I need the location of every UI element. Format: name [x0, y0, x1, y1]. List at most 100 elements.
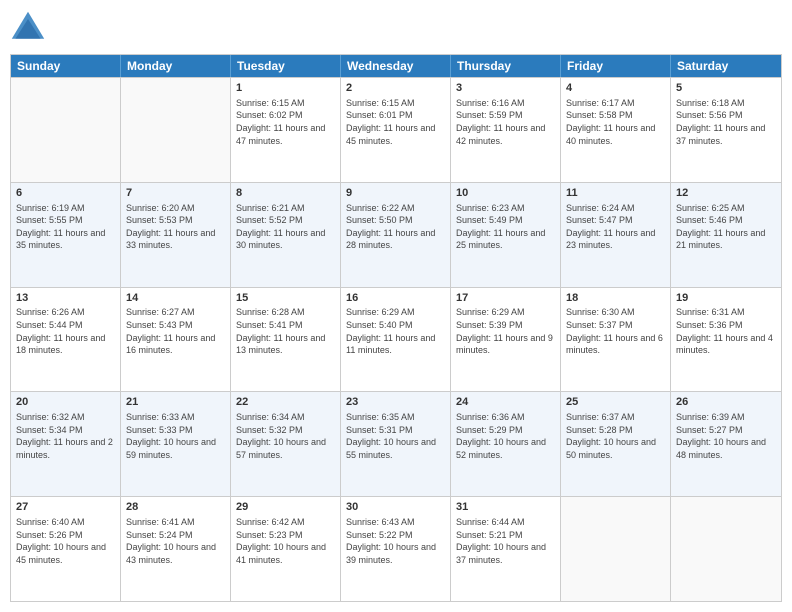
cell-info: Sunrise: 6:39 AM Sunset: 5:27 PM Dayligh… — [676, 411, 776, 461]
cell-info: Sunrise: 6:20 AM Sunset: 5:53 PM Dayligh… — [126, 202, 225, 252]
weekday-header: Wednesday — [341, 55, 451, 77]
calendar-cell: 15Sunrise: 6:28 AM Sunset: 5:41 PM Dayli… — [231, 288, 341, 392]
cell-info: Sunrise: 6:18 AM Sunset: 5:56 PM Dayligh… — [676, 97, 776, 147]
cell-info: Sunrise: 6:24 AM Sunset: 5:47 PM Dayligh… — [566, 202, 665, 252]
calendar-cell: 11Sunrise: 6:24 AM Sunset: 5:47 PM Dayli… — [561, 183, 671, 287]
calendar-cell: 4Sunrise: 6:17 AM Sunset: 5:58 PM Daylig… — [561, 78, 671, 182]
weekday-header: Friday — [561, 55, 671, 77]
calendar-cell: 24Sunrise: 6:36 AM Sunset: 5:29 PM Dayli… — [451, 392, 561, 496]
calendar-cell: 21Sunrise: 6:33 AM Sunset: 5:33 PM Dayli… — [121, 392, 231, 496]
cell-info: Sunrise: 6:27 AM Sunset: 5:43 PM Dayligh… — [126, 306, 225, 356]
day-number: 4 — [566, 81, 665, 96]
day-number: 1 — [236, 81, 335, 96]
calendar-cell — [671, 497, 781, 601]
calendar-cell: 18Sunrise: 6:30 AM Sunset: 5:37 PM Dayli… — [561, 288, 671, 392]
calendar-cell — [561, 497, 671, 601]
cell-info: Sunrise: 6:22 AM Sunset: 5:50 PM Dayligh… — [346, 202, 445, 252]
day-number: 25 — [566, 395, 665, 410]
cell-info: Sunrise: 6:37 AM Sunset: 5:28 PM Dayligh… — [566, 411, 665, 461]
day-number: 27 — [16, 500, 115, 515]
calendar-cell: 16Sunrise: 6:29 AM Sunset: 5:40 PM Dayli… — [341, 288, 451, 392]
cell-info: Sunrise: 6:29 AM Sunset: 5:39 PM Dayligh… — [456, 306, 555, 356]
page: SundayMondayTuesdayWednesdayThursdayFrid… — [0, 0, 792, 612]
day-number: 12 — [676, 186, 776, 201]
calendar-cell: 20Sunrise: 6:32 AM Sunset: 5:34 PM Dayli… — [11, 392, 121, 496]
calendar-cell: 13Sunrise: 6:26 AM Sunset: 5:44 PM Dayli… — [11, 288, 121, 392]
weekday-header: Thursday — [451, 55, 561, 77]
cell-info: Sunrise: 6:19 AM Sunset: 5:55 PM Dayligh… — [16, 202, 115, 252]
day-number: 14 — [126, 291, 225, 306]
weekday-header: Sunday — [11, 55, 121, 77]
calendar-cell: 19Sunrise: 6:31 AM Sunset: 5:36 PM Dayli… — [671, 288, 781, 392]
calendar-cell: 10Sunrise: 6:23 AM Sunset: 5:49 PM Dayli… — [451, 183, 561, 287]
calendar-cell: 7Sunrise: 6:20 AM Sunset: 5:53 PM Daylig… — [121, 183, 231, 287]
logo-icon — [10, 10, 46, 46]
calendar-cell: 29Sunrise: 6:42 AM Sunset: 5:23 PM Dayli… — [231, 497, 341, 601]
cell-info: Sunrise: 6:25 AM Sunset: 5:46 PM Dayligh… — [676, 202, 776, 252]
day-number: 9 — [346, 186, 445, 201]
cell-info: Sunrise: 6:28 AM Sunset: 5:41 PM Dayligh… — [236, 306, 335, 356]
weekday-header: Monday — [121, 55, 231, 77]
calendar-row: 27Sunrise: 6:40 AM Sunset: 5:26 PM Dayli… — [11, 496, 781, 601]
day-number: 13 — [16, 291, 115, 306]
day-number: 19 — [676, 291, 776, 306]
day-number: 8 — [236, 186, 335, 201]
day-number: 18 — [566, 291, 665, 306]
cell-info: Sunrise: 6:32 AM Sunset: 5:34 PM Dayligh… — [16, 411, 115, 461]
cell-info: Sunrise: 6:15 AM Sunset: 6:01 PM Dayligh… — [346, 97, 445, 147]
header — [10, 10, 782, 46]
cell-info: Sunrise: 6:44 AM Sunset: 5:21 PM Dayligh… — [456, 516, 555, 566]
cell-info: Sunrise: 6:15 AM Sunset: 6:02 PM Dayligh… — [236, 97, 335, 147]
cell-info: Sunrise: 6:41 AM Sunset: 5:24 PM Dayligh… — [126, 516, 225, 566]
day-number: 11 — [566, 186, 665, 201]
calendar-cell — [121, 78, 231, 182]
day-number: 15 — [236, 291, 335, 306]
calendar-cell: 30Sunrise: 6:43 AM Sunset: 5:22 PM Dayli… — [341, 497, 451, 601]
day-number: 5 — [676, 81, 776, 96]
day-number: 28 — [126, 500, 225, 515]
day-number: 24 — [456, 395, 555, 410]
cell-info: Sunrise: 6:26 AM Sunset: 5:44 PM Dayligh… — [16, 306, 115, 356]
cell-info: Sunrise: 6:21 AM Sunset: 5:52 PM Dayligh… — [236, 202, 335, 252]
cell-info: Sunrise: 6:36 AM Sunset: 5:29 PM Dayligh… — [456, 411, 555, 461]
calendar-cell: 1Sunrise: 6:15 AM Sunset: 6:02 PM Daylig… — [231, 78, 341, 182]
cell-info: Sunrise: 6:16 AM Sunset: 5:59 PM Dayligh… — [456, 97, 555, 147]
weekday-header: Saturday — [671, 55, 781, 77]
calendar-cell: 5Sunrise: 6:18 AM Sunset: 5:56 PM Daylig… — [671, 78, 781, 182]
calendar-row: 20Sunrise: 6:32 AM Sunset: 5:34 PM Dayli… — [11, 391, 781, 496]
day-number: 30 — [346, 500, 445, 515]
day-number: 2 — [346, 81, 445, 96]
cell-info: Sunrise: 6:17 AM Sunset: 5:58 PM Dayligh… — [566, 97, 665, 147]
day-number: 17 — [456, 291, 555, 306]
day-number: 7 — [126, 186, 225, 201]
cell-info: Sunrise: 6:34 AM Sunset: 5:32 PM Dayligh… — [236, 411, 335, 461]
day-number: 6 — [16, 186, 115, 201]
calendar-row: 1Sunrise: 6:15 AM Sunset: 6:02 PM Daylig… — [11, 77, 781, 182]
day-number: 20 — [16, 395, 115, 410]
day-number: 31 — [456, 500, 555, 515]
calendar-row: 13Sunrise: 6:26 AM Sunset: 5:44 PM Dayli… — [11, 287, 781, 392]
cell-info: Sunrise: 6:29 AM Sunset: 5:40 PM Dayligh… — [346, 306, 445, 356]
day-number: 26 — [676, 395, 776, 410]
calendar-cell: 28Sunrise: 6:41 AM Sunset: 5:24 PM Dayli… — [121, 497, 231, 601]
calendar-cell — [11, 78, 121, 182]
cell-info: Sunrise: 6:40 AM Sunset: 5:26 PM Dayligh… — [16, 516, 115, 566]
calendar-cell: 9Sunrise: 6:22 AM Sunset: 5:50 PM Daylig… — [341, 183, 451, 287]
day-number: 22 — [236, 395, 335, 410]
day-number: 29 — [236, 500, 335, 515]
cell-info: Sunrise: 6:33 AM Sunset: 5:33 PM Dayligh… — [126, 411, 225, 461]
calendar: SundayMondayTuesdayWednesdayThursdayFrid… — [10, 54, 782, 602]
cell-info: Sunrise: 6:35 AM Sunset: 5:31 PM Dayligh… — [346, 411, 445, 461]
cell-info: Sunrise: 6:30 AM Sunset: 5:37 PM Dayligh… — [566, 306, 665, 356]
cell-info: Sunrise: 6:23 AM Sunset: 5:49 PM Dayligh… — [456, 202, 555, 252]
logo — [10, 10, 50, 46]
calendar-cell: 14Sunrise: 6:27 AM Sunset: 5:43 PM Dayli… — [121, 288, 231, 392]
calendar-cell: 23Sunrise: 6:35 AM Sunset: 5:31 PM Dayli… — [341, 392, 451, 496]
calendar-body: 1Sunrise: 6:15 AM Sunset: 6:02 PM Daylig… — [11, 77, 781, 601]
cell-info: Sunrise: 6:31 AM Sunset: 5:36 PM Dayligh… — [676, 306, 776, 356]
calendar-cell: 31Sunrise: 6:44 AM Sunset: 5:21 PM Dayli… — [451, 497, 561, 601]
day-number: 23 — [346, 395, 445, 410]
calendar-cell: 26Sunrise: 6:39 AM Sunset: 5:27 PM Dayli… — [671, 392, 781, 496]
calendar-cell: 3Sunrise: 6:16 AM Sunset: 5:59 PM Daylig… — [451, 78, 561, 182]
calendar-cell: 22Sunrise: 6:34 AM Sunset: 5:32 PM Dayli… — [231, 392, 341, 496]
